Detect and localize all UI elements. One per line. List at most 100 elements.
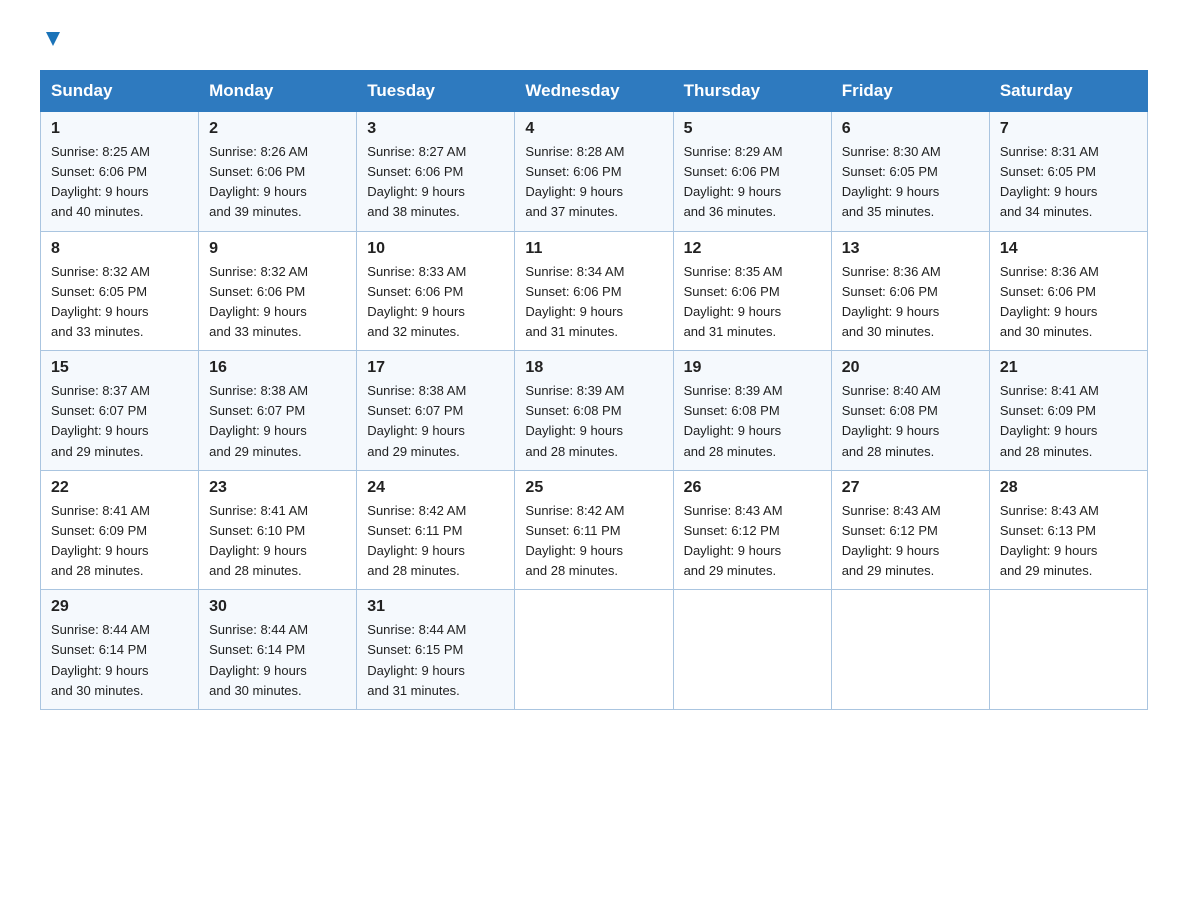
calendar-cell: 24Sunrise: 8:42 AMSunset: 6:11 PMDayligh… <box>357 470 515 590</box>
calendar-cell: 1 Sunrise: 8:25 AMSunset: 6:06 PMDaylight… <box>41 112 199 232</box>
calendar-cell: 2 Sunrise: 8:26 AMSunset: 6:06 PMDaylight… <box>199 112 357 232</box>
day-number: 9 <box>209 240 346 258</box>
calendar-cell: 6 Sunrise: 8:30 AMSunset: 6:05 PMDaylight… <box>831 112 989 232</box>
day-number: 14 <box>1000 240 1137 258</box>
day-info: Sunrise: 8:41 AMSunset: 6:09 PMDaylight:… <box>51 501 188 582</box>
calendar-cell: 28 Sunrise: 8:43 AMSunset: 6:13 PMDayligh… <box>989 470 1147 590</box>
day-number: 8 <box>51 240 188 258</box>
day-info: Sunrise: 8:40 AMSunset: 6:08 PMDaylight:… <box>842 381 979 462</box>
day-info: Sunrise: 8:44 AMSunset: 6:14 PMDaylight:… <box>209 620 346 701</box>
day-number: 18 <box>525 359 662 377</box>
day-info: Sunrise: 8:38 AMSunset: 6:07 PMDaylight:… <box>367 381 504 462</box>
day-info: Sunrise: 8:30 AMSunset: 6:05 PMDaylight:… <box>842 142 979 223</box>
calendar-cell: 22 Sunrise: 8:41 AMSunset: 6:09 PMDayligh… <box>41 470 199 590</box>
calendar-cell: 7 Sunrise: 8:31 AMSunset: 6:05 PMDaylight… <box>989 112 1147 232</box>
calendar-cell: 4 Sunrise: 8:28 AMSunset: 6:06 PMDaylight… <box>515 112 673 232</box>
calendar-cell: 12 Sunrise: 8:35 AMSunset: 6:06 PMDayligh… <box>673 231 831 351</box>
day-number: 30 <box>209 598 346 616</box>
logo-arrow-icon <box>42 28 64 50</box>
day-number: 22 <box>51 479 188 497</box>
day-number: 29 <box>51 598 188 616</box>
weekday-header-saturday: Saturday <box>989 71 1147 112</box>
day-info: Sunrise: 8:42 AMSunset: 6:11 PMDaylight:… <box>367 501 504 582</box>
calendar-cell <box>989 590 1147 710</box>
day-info: Sunrise: 8:28 AMSunset: 6:06 PMDaylight:… <box>525 142 662 223</box>
weekday-header-wednesday: Wednesday <box>515 71 673 112</box>
day-number: 11 <box>525 240 662 258</box>
calendar-cell: 21 Sunrise: 8:41 AMSunset: 6:09 PMDayligh… <box>989 351 1147 471</box>
day-number: 7 <box>1000 120 1137 138</box>
weekday-header-row: SundayMondayTuesdayWednesdayThursdayFrid… <box>41 71 1148 112</box>
day-number: 2 <box>209 120 346 138</box>
day-number: 1 <box>51 120 188 138</box>
weekday-header-tuesday: Tuesday <box>357 71 515 112</box>
page-header <box>40 30 1148 50</box>
weekday-header-friday: Friday <box>831 71 989 112</box>
weekday-header-thursday: Thursday <box>673 71 831 112</box>
calendar-week-row: 15Sunrise: 8:37 AMSunset: 6:07 PMDayligh… <box>41 351 1148 471</box>
calendar-cell: 9 Sunrise: 8:32 AMSunset: 6:06 PMDaylight… <box>199 231 357 351</box>
calendar-week-row: 1 Sunrise: 8:25 AMSunset: 6:06 PMDaylight… <box>41 112 1148 232</box>
calendar-cell: 14 Sunrise: 8:36 AMSunset: 6:06 PMDayligh… <box>989 231 1147 351</box>
day-info: Sunrise: 8:44 AMSunset: 6:14 PMDaylight:… <box>51 620 188 701</box>
day-number: 20 <box>842 359 979 377</box>
day-number: 21 <box>1000 359 1137 377</box>
day-number: 28 <box>1000 479 1137 497</box>
day-info: Sunrise: 8:34 AMSunset: 6:06 PMDaylight:… <box>525 262 662 343</box>
weekday-header-sunday: Sunday <box>41 71 199 112</box>
calendar-table: SundayMondayTuesdayWednesdayThursdayFrid… <box>40 70 1148 710</box>
calendar-cell <box>673 590 831 710</box>
calendar-cell: 20 Sunrise: 8:40 AMSunset: 6:08 PMDayligh… <box>831 351 989 471</box>
day-number: 16 <box>209 359 346 377</box>
calendar-week-row: 29 Sunrise: 8:44 AMSunset: 6:14 PMDayligh… <box>41 590 1148 710</box>
calendar-cell: 17 Sunrise: 8:38 AMSunset: 6:07 PMDayligh… <box>357 351 515 471</box>
calendar-cell: 23Sunrise: 8:41 AMSunset: 6:10 PMDayligh… <box>199 470 357 590</box>
day-info: Sunrise: 8:29 AMSunset: 6:06 PMDaylight:… <box>684 142 821 223</box>
day-number: 12 <box>684 240 821 258</box>
calendar-cell: 29 Sunrise: 8:44 AMSunset: 6:14 PMDayligh… <box>41 590 199 710</box>
day-info: Sunrise: 8:39 AMSunset: 6:08 PMDaylight:… <box>684 381 821 462</box>
calendar-cell: 11 Sunrise: 8:34 AMSunset: 6:06 PMDayligh… <box>515 231 673 351</box>
day-info: Sunrise: 8:42 AMSunset: 6:11 PMDaylight:… <box>525 501 662 582</box>
day-info: Sunrise: 8:41 AMSunset: 6:09 PMDaylight:… <box>1000 381 1137 462</box>
calendar-cell: 16 Sunrise: 8:38 AMSunset: 6:07 PMDayligh… <box>199 351 357 471</box>
day-info: Sunrise: 8:39 AMSunset: 6:08 PMDaylight:… <box>525 381 662 462</box>
day-info: Sunrise: 8:44 AMSunset: 6:15 PMDaylight:… <box>367 620 504 701</box>
calendar-cell: 25 Sunrise: 8:42 AMSunset: 6:11 PMDayligh… <box>515 470 673 590</box>
day-info: Sunrise: 8:43 AMSunset: 6:12 PMDaylight:… <box>684 501 821 582</box>
day-number: 27 <box>842 479 979 497</box>
calendar-cell: 3Sunrise: 8:27 AMSunset: 6:06 PMDaylight… <box>357 112 515 232</box>
calendar-week-row: 22 Sunrise: 8:41 AMSunset: 6:09 PMDayligh… <box>41 470 1148 590</box>
calendar-cell <box>515 590 673 710</box>
day-info: Sunrise: 8:41 AMSunset: 6:10 PMDaylight:… <box>209 501 346 582</box>
day-info: Sunrise: 8:27 AMSunset: 6:06 PMDaylight:… <box>367 142 504 223</box>
day-number: 25 <box>525 479 662 497</box>
day-info: Sunrise: 8:32 AMSunset: 6:05 PMDaylight:… <box>51 262 188 343</box>
day-info: Sunrise: 8:35 AMSunset: 6:06 PMDaylight:… <box>684 262 821 343</box>
day-info: Sunrise: 8:26 AMSunset: 6:06 PMDaylight:… <box>209 142 346 223</box>
day-info: Sunrise: 8:38 AMSunset: 6:07 PMDaylight:… <box>209 381 346 462</box>
day-info: Sunrise: 8:36 AMSunset: 6:06 PMDaylight:… <box>842 262 979 343</box>
calendar-cell: 18 Sunrise: 8:39 AMSunset: 6:08 PMDayligh… <box>515 351 673 471</box>
day-number: 17 <box>367 359 504 377</box>
calendar-cell: 10Sunrise: 8:33 AMSunset: 6:06 PMDayligh… <box>357 231 515 351</box>
day-info: Sunrise: 8:43 AMSunset: 6:12 PMDaylight:… <box>842 501 979 582</box>
day-number: 13 <box>842 240 979 258</box>
day-info: Sunrise: 8:31 AMSunset: 6:05 PMDaylight:… <box>1000 142 1137 223</box>
day-info: Sunrise: 8:33 AMSunset: 6:06 PMDaylight:… <box>367 262 504 343</box>
day-number: 15 <box>51 359 188 377</box>
calendar-cell: 8 Sunrise: 8:32 AMSunset: 6:05 PMDaylight… <box>41 231 199 351</box>
day-number: 5 <box>684 120 821 138</box>
day-info: Sunrise: 8:36 AMSunset: 6:06 PMDaylight:… <box>1000 262 1137 343</box>
calendar-cell: 13 Sunrise: 8:36 AMSunset: 6:06 PMDayligh… <box>831 231 989 351</box>
calendar-week-row: 8 Sunrise: 8:32 AMSunset: 6:05 PMDaylight… <box>41 231 1148 351</box>
day-number: 4 <box>525 120 662 138</box>
calendar-cell: 26Sunrise: 8:43 AMSunset: 6:12 PMDayligh… <box>673 470 831 590</box>
day-info: Sunrise: 8:32 AMSunset: 6:06 PMDaylight:… <box>209 262 346 343</box>
calendar-cell: 27 Sunrise: 8:43 AMSunset: 6:12 PMDayligh… <box>831 470 989 590</box>
day-info: Sunrise: 8:43 AMSunset: 6:13 PMDaylight:… <box>1000 501 1137 582</box>
calendar-cell: 30 Sunrise: 8:44 AMSunset: 6:14 PMDayligh… <box>199 590 357 710</box>
day-info: Sunrise: 8:25 AMSunset: 6:06 PMDaylight:… <box>51 142 188 223</box>
calendar-cell: 31Sunrise: 8:44 AMSunset: 6:15 PMDayligh… <box>357 590 515 710</box>
day-number: 6 <box>842 120 979 138</box>
